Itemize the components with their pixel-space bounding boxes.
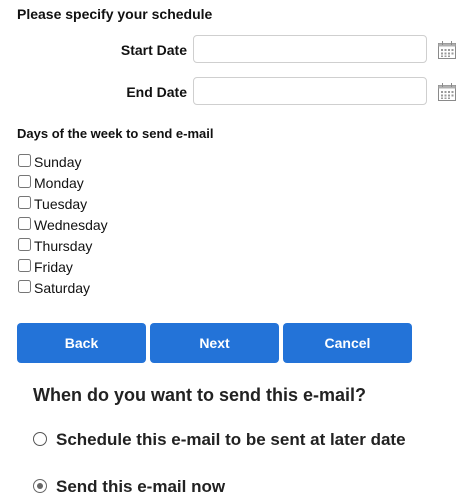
start-date-input[interactable] — [193, 35, 427, 63]
end-date-input[interactable] — [193, 77, 427, 105]
day-label: Wednesday — [34, 217, 108, 233]
day-label: Monday — [34, 175, 84, 191]
cancel-button[interactable]: Cancel — [283, 323, 412, 363]
wednesday-checkbox[interactable] — [18, 217, 31, 230]
day-label: Sunday — [34, 154, 82, 170]
friday-checkbox[interactable] — [18, 259, 31, 272]
send-question: When do you want to send this e-mail? — [33, 385, 367, 405]
sunday-checkbox[interactable] — [18, 154, 31, 167]
day-label: Thursday — [34, 238, 93, 254]
tuesday-checkbox[interactable] — [18, 196, 31, 209]
next-button[interactable]: Next — [150, 323, 279, 363]
send-now-radio[interactable] — [33, 479, 47, 493]
day-label: Friday — [34, 259, 73, 275]
page-title: Please specify your schedule — [17, 6, 213, 22]
monday-checkbox[interactable] — [18, 175, 31, 188]
thursday-checkbox[interactable] — [18, 238, 31, 251]
schedule-later-radio[interactable] — [33, 432, 47, 446]
day-label: Saturday — [34, 280, 91, 296]
saturday-checkbox[interactable] — [18, 280, 31, 293]
back-button[interactable]: Back — [17, 323, 146, 363]
calendar-icon[interactable] — [437, 82, 457, 102]
schedule-later-label: Schedule this e-mail to be sent at later… — [56, 430, 406, 449]
end-date-label: End Date — [126, 84, 187, 100]
day-label: Tuesday — [34, 196, 88, 212]
days-of-week-title: Days of the week to send e-mail — [17, 126, 214, 141]
start-date-label: Start Date — [120, 42, 187, 58]
send-now-label: Send this e-mail now — [56, 477, 226, 496]
calendar-icon[interactable] — [437, 40, 457, 60]
